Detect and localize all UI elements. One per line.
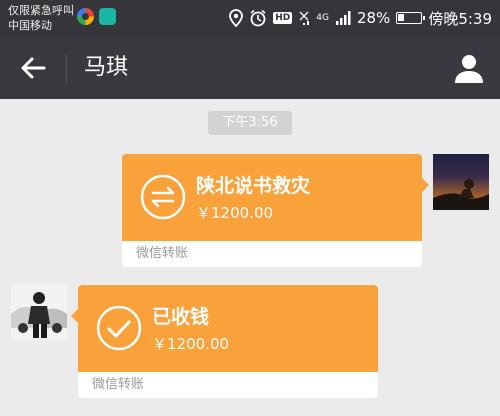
location-icon <box>229 9 244 27</box>
hd-badge: HD <box>273 12 293 24</box>
transfer-card-body: 已收钱 ￥1200.00 <box>78 285 378 372</box>
network-type: 4G <box>316 13 329 23</box>
page-title: 马琪 <box>84 55 129 80</box>
checkmark-icon <box>96 305 142 351</box>
transfer-title: 已收钱 <box>152 306 210 328</box>
status-icons: HD 4G 28% 傍晚5:39 <box>229 5 492 31</box>
app-notification-icon-2 <box>99 8 116 25</box>
carrier-line-1: 仅限紧急呼叫 <box>8 4 74 17</box>
battery-percent: 28% <box>356 9 391 27</box>
contact-info-button[interactable] <box>452 51 486 85</box>
person-icon <box>455 55 483 83</box>
avatar-self[interactable] <box>433 154 489 210</box>
transfer-footer: 微信转账 <box>92 377 145 392</box>
transfer-message-sent[interactable]: 陕北说书救灾 ￥1200.00 微信转账 <box>122 154 429 267</box>
carrier-info: 仅限紧急呼叫 中国移动 <box>8 3 74 33</box>
transfer-card-body: 陕北说书救灾 ￥1200.00 <box>122 154 422 241</box>
cell-signal-icon <box>335 11 351 25</box>
back-button[interactable] <box>18 53 48 83</box>
back-arrow-icon <box>21 57 46 79</box>
battery-icon <box>396 12 426 24</box>
app-notification-icon <box>77 8 94 25</box>
transfer-icon <box>140 174 186 220</box>
avatar-contact-image <box>11 284 67 340</box>
wifi-signal-icon <box>299 11 310 25</box>
carrier-line-2: 中国移动 <box>8 19 52 32</box>
bubble-tail <box>422 178 429 192</box>
header-divider <box>66 55 67 83</box>
bubble-tail <box>71 309 78 323</box>
transfer-amount: ￥1200.00 <box>196 204 274 222</box>
message-timestamp: 下午3:56 <box>208 111 292 135</box>
transfer-footer: 微信转账 <box>136 246 189 261</box>
clock: 傍晚5:39 <box>428 9 492 28</box>
avatar-self-image <box>433 179 489 210</box>
status-bar: 仅限紧急呼叫 中国移动 HD 4G 28% 傍晚5:39 <box>0 0 500 37</box>
transfer-amount: ￥1200.00 <box>152 335 230 353</box>
chat-header: 马琪 <box>0 37 500 99</box>
transfer-title: 陕北说书救灾 <box>196 175 311 197</box>
alarm-icon <box>250 9 266 27</box>
avatar-contact[interactable] <box>11 284 67 340</box>
transfer-message-received[interactable]: 已收钱 ￥1200.00 微信转账 <box>71 285 378 398</box>
